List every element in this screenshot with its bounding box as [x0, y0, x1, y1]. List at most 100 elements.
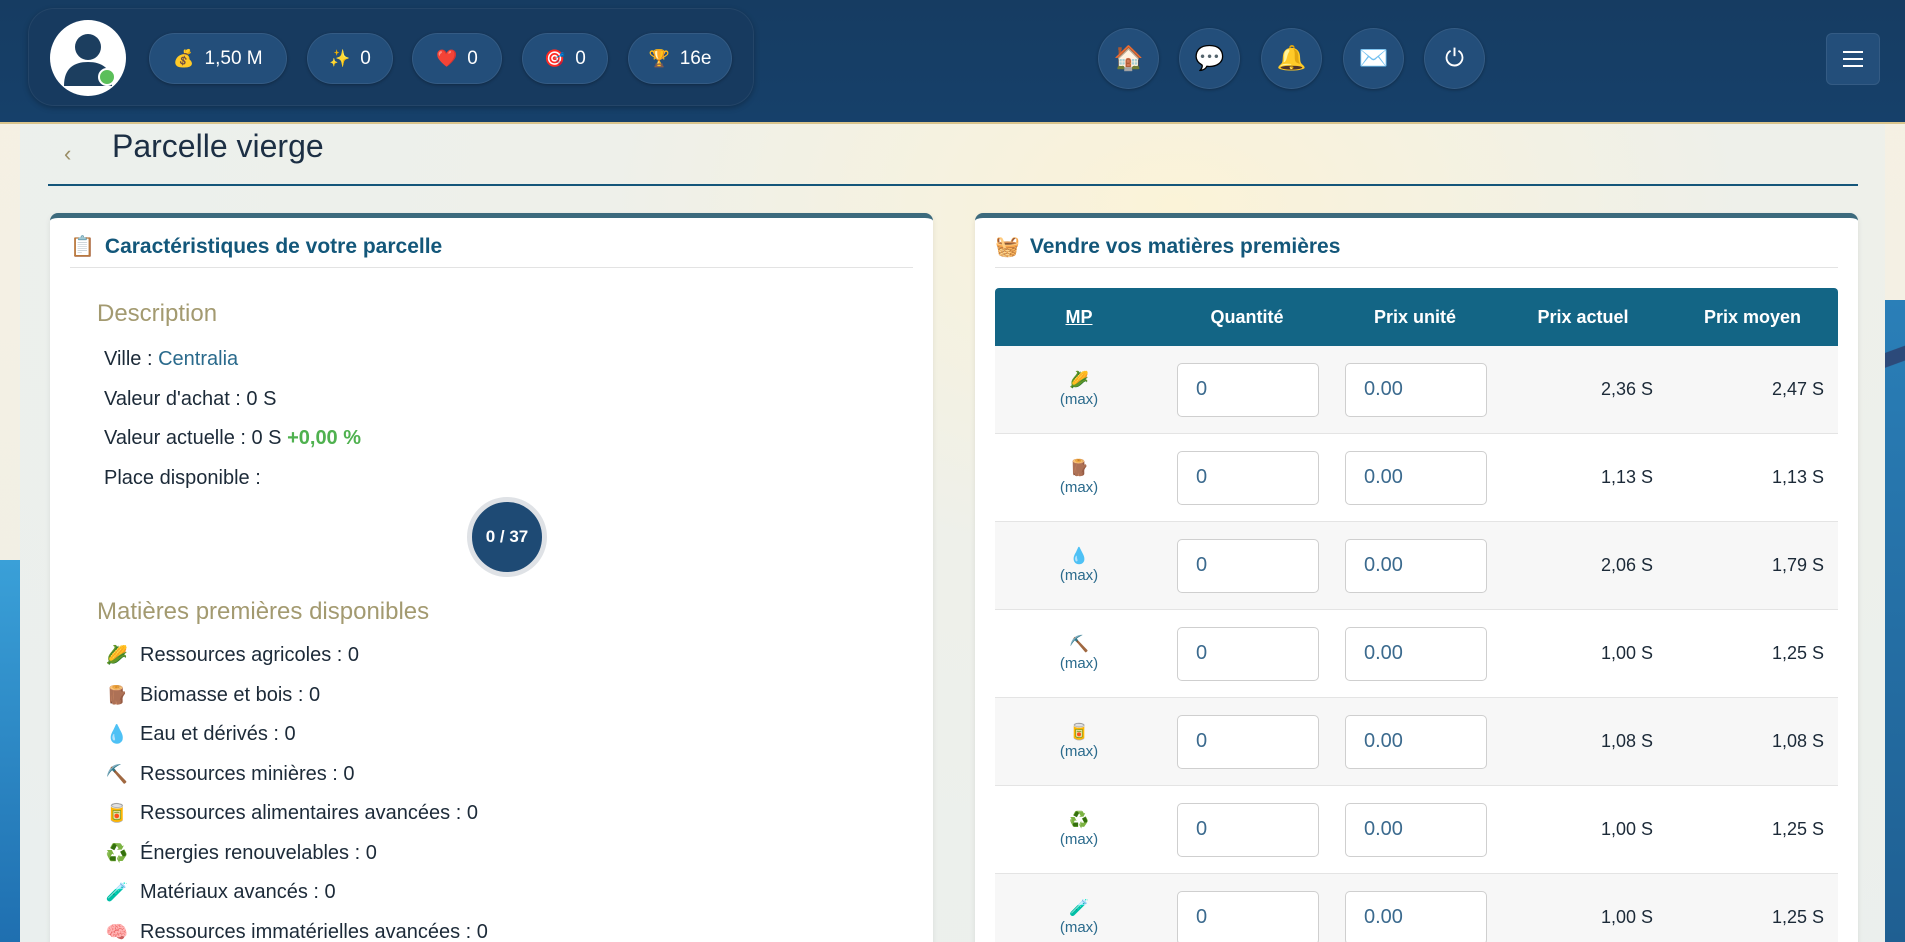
parcel-characteristics-card: 📋 Caractéristiques de votre parcelle Des…: [50, 213, 933, 942]
mail-button[interactable]: ✉️: [1343, 28, 1404, 89]
unit-price-input[interactable]: 0.00: [1345, 802, 1487, 857]
current-price: 1,00 S: [1600, 819, 1653, 839]
unit-price-input[interactable]: 0.00: [1345, 626, 1487, 681]
capacity-badge: 0 / 37: [467, 497, 547, 577]
description-title: Description: [97, 300, 218, 327]
mp-item-label: Matériaux avancés : 0: [140, 881, 336, 903]
hamburger-icon-line: [1843, 51, 1863, 53]
ville-label: Ville :: [104, 348, 159, 370]
actuelle-label: Valeur actuelle : 0 S: [104, 427, 288, 449]
quantity-input[interactable]: 0: [1177, 538, 1319, 593]
mp-item: 🧠 Ressources immatérielles avancées : 0: [104, 921, 488, 942]
quantity-input[interactable]: 0: [1177, 362, 1319, 417]
mp-available-title: Matières premières disponibles: [97, 598, 430, 625]
unit-price-input[interactable]: 0.00: [1345, 538, 1487, 593]
ville-link[interactable]: Centralia: [158, 348, 238, 370]
mp-item: ⛏️ Ressources minières : 0: [104, 763, 355, 786]
unit-price-cell: 0.00: [1331, 362, 1499, 417]
mp-cell: 💧 (max): [995, 547, 1163, 584]
stat-sparkles[interactable]: ✨ 0: [307, 33, 393, 84]
back-button[interactable]: ‹: [64, 142, 88, 166]
current-price: 1,00 S: [1600, 643, 1653, 663]
mp-cell: 🪵 (max): [995, 459, 1163, 496]
recycle-icon: ♻️: [105, 843, 129, 863]
water-drop-icon: 💧: [105, 724, 129, 744]
home-button[interactable]: 🏠: [1098, 28, 1159, 89]
card-title: Caractéristiques de votre parcelle: [104, 234, 443, 258]
max-link[interactable]: (max): [1060, 919, 1098, 936]
mp-cell: 🥫 (max): [995, 723, 1163, 760]
unit-price-input[interactable]: 0.00: [1345, 714, 1487, 769]
quantity-cell: 0: [1163, 802, 1331, 857]
column-header-prix-unite: Prix unité: [1373, 306, 1457, 327]
unit-price-cell: 0.00: [1331, 890, 1499, 942]
mp-item: 💧 Eau et dérivés : 0: [104, 723, 296, 746]
table-body: 🌽 (max) 0 0.00 2,36 S 2,47 S 🪵 (max) 0 0…: [995, 346, 1838, 942]
stat-hearts-value: 0: [467, 47, 478, 69]
quantity-cell: 0: [1163, 890, 1331, 942]
average-price: 2,47 S: [1771, 379, 1824, 399]
user-icon: [64, 34, 112, 86]
quantity-cell: 0: [1163, 626, 1331, 681]
hamburger-icon-line: [1843, 58, 1863, 60]
unit-price-cell: 0.00: [1331, 802, 1499, 857]
logout-button[interactable]: ⏻: [1424, 28, 1485, 89]
mp-cell: 🧪 (max): [995, 899, 1163, 936]
column-header-prix-actuel: Prix actuel: [1537, 306, 1629, 327]
max-link[interactable]: (max): [1060, 831, 1098, 848]
mp-item-label: Énergies renouvelables : 0: [140, 842, 377, 864]
mp-cell: ⛏️ (max): [995, 635, 1163, 672]
water-drop-icon: 💧: [1069, 548, 1089, 565]
card-header: 📋 Caractéristiques de votre parcelle: [70, 226, 913, 268]
quantity-input[interactable]: 0: [1177, 802, 1319, 857]
max-link[interactable]: (max): [1060, 391, 1098, 408]
quantity-input[interactable]: 0: [1177, 890, 1319, 942]
column-header-quantite: Quantité: [1210, 306, 1284, 327]
wood-icon: 🪵: [105, 685, 129, 705]
unit-price-input[interactable]: 0.00: [1345, 362, 1487, 417]
quantity-input[interactable]: 0: [1177, 626, 1319, 681]
corn-icon: 🌽: [105, 645, 129, 665]
sparkles-icon: ✨: [329, 48, 351, 68]
card-header: 🧺 Vendre vos matières premières: [995, 226, 1838, 268]
table-row: 🧪 (max) 0 0.00 1,00 S 1,25 S: [995, 874, 1838, 942]
unit-price-input[interactable]: 0.00: [1345, 890, 1487, 942]
average-price: 1,25 S: [1771, 643, 1824, 663]
hamburger-menu-button[interactable]: [1826, 33, 1880, 85]
quantity-input[interactable]: 0: [1177, 450, 1319, 505]
info-ville: Ville : Centralia: [104, 348, 238, 371]
column-header-mp[interactable]: MP: [995, 307, 1163, 328]
stat-ranking[interactable]: 🏆 16e: [628, 33, 732, 84]
max-link[interactable]: (max): [1060, 567, 1098, 584]
notifications-button[interactable]: 🔔: [1261, 28, 1322, 89]
stat-target[interactable]: 🎯 0: [522, 33, 608, 84]
mp-item: ♻️ Énergies renouvelables : 0: [104, 842, 377, 865]
page-header: ‹ Parcelle vierge: [48, 124, 1858, 186]
unit-price-cell: 0.00: [1331, 538, 1499, 593]
max-link[interactable]: (max): [1060, 743, 1098, 760]
chat-button[interactable]: 💬: [1179, 28, 1240, 89]
table-row: ♻️ (max) 0 0.00 1,00 S 1,25 S: [995, 786, 1838, 874]
table-row: ⛏️ (max) 0 0.00 1,00 S 1,25 S: [995, 610, 1838, 698]
stat-money[interactable]: 💰 1,50 M: [149, 33, 287, 84]
info-achat: Valeur d'achat : 0 S: [104, 388, 277, 410]
brain-icon: 🧠: [105, 922, 129, 942]
mail-icon: ✉️: [1358, 45, 1389, 72]
table-row: 🥫 (max) 0 0.00 1,08 S 1,08 S: [995, 698, 1838, 786]
online-status-dot: [98, 68, 116, 86]
pickaxe-icon: ⛏️: [105, 764, 129, 784]
canned-food-icon: 🥫: [1069, 724, 1089, 741]
average-price: 1,79 S: [1771, 555, 1824, 575]
avatar[interactable]: [50, 20, 126, 96]
unit-price-input[interactable]: 0.00: [1345, 450, 1487, 505]
mp-item: 🌽 Ressources agricoles : 0: [104, 644, 359, 667]
max-link[interactable]: (max): [1060, 655, 1098, 672]
stat-hearts[interactable]: ❤️ 0: [412, 33, 502, 84]
column-header-prix-moyen: Prix moyen: [1703, 306, 1802, 327]
quantity-input[interactable]: 0: [1177, 714, 1319, 769]
mp-item-label: Ressources minières : 0: [140, 763, 355, 785]
info-place: Place disponible :: [104, 467, 261, 489]
max-link[interactable]: (max): [1060, 479, 1098, 496]
test-tube-icon: 🧪: [105, 882, 129, 902]
recycle-icon: ♻️: [1069, 812, 1089, 829]
